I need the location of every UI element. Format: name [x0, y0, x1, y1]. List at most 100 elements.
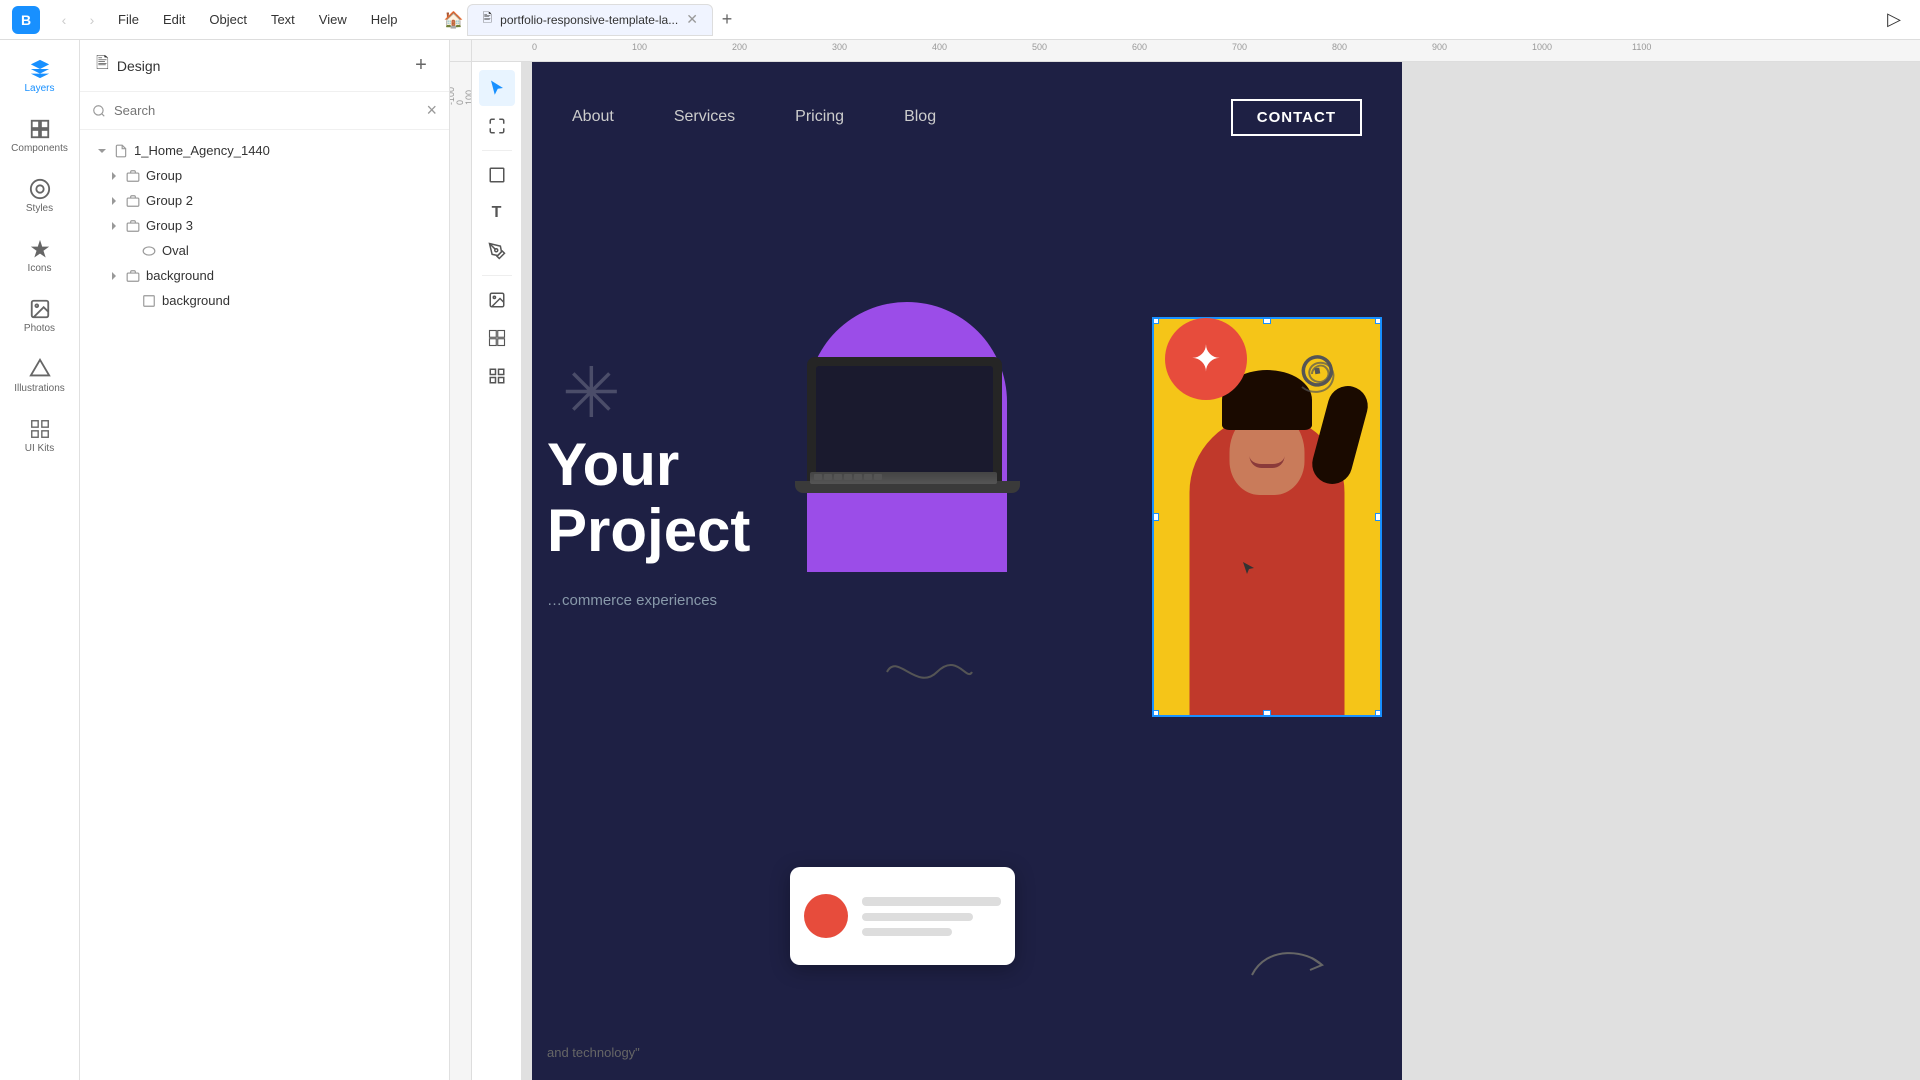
components-label: Components: [11, 143, 68, 154]
image-tool[interactable]: [479, 282, 515, 318]
text-tool[interactable]: T: [479, 195, 515, 231]
component-icon: [488, 329, 506, 347]
add-tab-button[interactable]: +: [713, 6, 741, 34]
selection-handle-tr[interactable]: [1375, 317, 1382, 324]
layer-item-root[interactable]: 1_Home_Agency_1440: [80, 138, 449, 163]
layer-item-group1[interactable]: Group: [80, 163, 449, 188]
sidebar-layers[interactable]: Layers: [12, 48, 68, 104]
rectangle-icon: [488, 166, 506, 184]
ruler-mark-100: 100: [632, 42, 647, 52]
tab-bar: 🏠 🖹 portfolio-responsive-template-la... …: [427, 4, 740, 36]
group2-icon: [126, 194, 140, 208]
selection-handle-bl[interactable]: [1152, 710, 1159, 717]
menu-file[interactable]: File: [108, 8, 149, 31]
ruler-corner: [450, 40, 472, 62]
nav-about[interactable]: About: [572, 108, 614, 126]
hero-subtext: …commerce experiences: [547, 592, 717, 609]
clear-search-button[interactable]: ×: [426, 100, 437, 121]
sidebar-photos[interactable]: Photos: [12, 288, 68, 344]
menu-edit[interactable]: Edit: [153, 8, 195, 31]
back-button[interactable]: ‹: [52, 8, 76, 32]
search-icon: [92, 104, 106, 118]
grid-icon: [488, 367, 506, 385]
photos-label: Photos: [24, 323, 55, 334]
card-avatar: [804, 894, 848, 938]
frame-tool[interactable]: [479, 108, 515, 144]
component-tool[interactable]: [479, 320, 515, 356]
left-sidebar: Layers Components Styles Icons Photos Il…: [0, 40, 80, 1080]
selection-handle-ml[interactable]: [1152, 513, 1159, 521]
layer-item-group3[interactable]: Group 3: [80, 213, 449, 238]
design-canvas: About Services Pricing Blog CONTACT ✳ Yo…: [532, 62, 1402, 1080]
tab-file-icon: 🖹: [482, 9, 492, 30]
design-panel-title: 🖹 Design: [96, 52, 160, 79]
search-bar: ×: [80, 92, 449, 130]
menu-view[interactable]: View: [309, 8, 357, 31]
selection-handle-mr[interactable]: [1375, 513, 1382, 521]
ruler-mark-1000: 1000: [1532, 42, 1552, 52]
group3-icon: [126, 219, 140, 233]
rectangle-tool[interactable]: [479, 157, 515, 193]
spiral-icon: [1272, 347, 1352, 402]
add-design-button[interactable]: +: [409, 54, 433, 78]
select-tool[interactable]: [479, 70, 515, 106]
layer-item-group2[interactable]: Group 2: [80, 188, 449, 213]
layer-item-bg2[interactable]: background: [80, 288, 449, 313]
nav-pricing[interactable]: Pricing: [795, 108, 844, 126]
layers-header: 🖹 Design +: [80, 40, 449, 92]
toolbar-floating: T: [472, 62, 522, 1080]
chevron-right-icon-2: [108, 195, 120, 207]
sparkle-icon: ✦: [1191, 338, 1221, 380]
ruler-mark-600: 600: [1132, 42, 1147, 52]
nav-blog[interactable]: Blog: [904, 108, 936, 126]
key: [814, 474, 822, 480]
ruler-mark-700: 700: [1232, 42, 1247, 52]
menu-help[interactable]: Help: [361, 8, 408, 31]
selection-handle-tm[interactable]: [1263, 317, 1271, 324]
sidebar-components[interactable]: Components: [12, 108, 68, 164]
layer-bg2-label: background: [162, 293, 230, 308]
home-icon[interactable]: 🏠: [439, 6, 467, 34]
sidebar-icons[interactable]: Icons: [12, 228, 68, 284]
ui-kits-label: UI Kits: [25, 443, 54, 454]
sidebar-illustrations[interactable]: Illustrations: [12, 348, 68, 404]
canvas-area: 0 100 200 300 400 500 600 700 800 900 10…: [450, 40, 1920, 1080]
layer-item-bg1[interactable]: background: [80, 263, 449, 288]
play-button[interactable]: ▷: [1880, 6, 1908, 34]
active-tab[interactable]: 🖹 portfolio-responsive-template-la... ✕: [467, 4, 712, 36]
layer-item-oval[interactable]: Oval: [80, 238, 449, 263]
grid-tool[interactable]: [479, 358, 515, 394]
nav-services[interactable]: Services: [674, 108, 735, 126]
selection-handle-tl[interactable]: [1152, 317, 1159, 324]
forward-button[interactable]: ›: [80, 8, 104, 32]
ruler-mark-1100: 1100: [1632, 42, 1651, 52]
page-icon: [114, 144, 128, 158]
ruler-mark-800: 800: [1332, 42, 1347, 52]
menu-object[interactable]: Object: [199, 8, 257, 31]
key: [874, 474, 882, 480]
select-icon: [488, 79, 506, 97]
tab-label: portfolio-responsive-template-la...: [500, 13, 678, 27]
tab-close-icon[interactable]: ✕: [686, 11, 698, 28]
menu-text[interactable]: Text: [261, 8, 305, 31]
layer-group3-label: Group 3: [146, 218, 193, 233]
selection-handle-br[interactable]: [1375, 710, 1382, 717]
layer-list: 1_Home_Agency_1440 Group Group 2 Group 3: [80, 130, 449, 1080]
menu-right: ▷: [1880, 6, 1908, 34]
starburst-decoration: ✳: [562, 352, 621, 434]
selection-handle-bm[interactable]: [1263, 710, 1271, 717]
pen-tool[interactable]: [479, 233, 515, 269]
sidebar-styles[interactable]: Styles: [12, 168, 68, 224]
card-line-3: [862, 928, 952, 936]
ruler-mark-500: 500: [1032, 42, 1047, 52]
layers-label: Layers: [24, 83, 54, 94]
layer-group2-label: Group 2: [146, 193, 193, 208]
pen-icon: [488, 242, 506, 260]
contact-button[interactable]: CONTACT: [1231, 99, 1362, 136]
search-input[interactable]: [114, 103, 418, 118]
ruler-mark-0: 0: [532, 42, 537, 52]
laptop-lid: [807, 357, 1002, 483]
sidebar-ui-kits[interactable]: UI Kits: [12, 408, 68, 464]
ruler-left-marks: -400 -300 -200 -100 0 100 200 300 400: [450, 67, 472, 105]
arrow-decoration: [1247, 940, 1327, 985]
